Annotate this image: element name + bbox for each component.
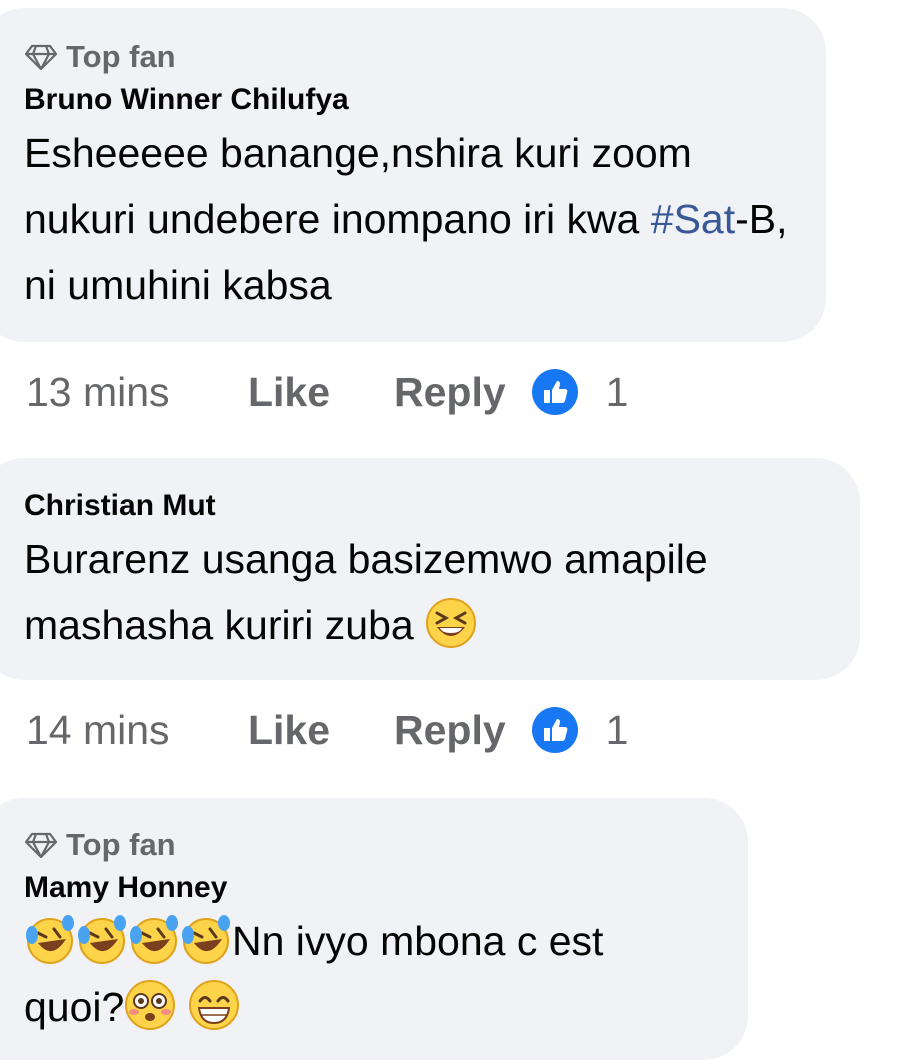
- comment-bubble: Top fan Mamy Honney Nn ivyo mbona c est q…: [0, 798, 748, 1060]
- comment-text-body: Burarenz usanga basizemwo amapile mashas…: [24, 536, 708, 648]
- comment-text: Nn ivyo mbona c est quoi?: [24, 908, 724, 1040]
- top-fan-badge: Top fan: [24, 826, 748, 864]
- comment-text: Burarenz usanga basizemwo amapile mashas…: [24, 526, 834, 658]
- comment-text-part1: Esheeeee banange,nshira kuri zoom nukuri…: [24, 130, 692, 242]
- flushed-face-icon: [124, 979, 176, 1031]
- comment-author[interactable]: Bruno Winner Chilufya: [24, 80, 826, 120]
- like-button[interactable]: Like: [248, 369, 394, 416]
- comment-bubble: Christian Mut Burarenz usanga basizemwo …: [0, 458, 860, 680]
- comment-actions: 14 mins Like Reply 1: [26, 700, 628, 760]
- rolling-on-floor-laughing-icon: [128, 913, 180, 965]
- top-fan-label: Top fan: [66, 827, 176, 862]
- top-fan-label: Top fan: [66, 39, 176, 74]
- comment-text-part2: quoi?: [24, 984, 125, 1030]
- beaming-face-icon: [188, 979, 240, 1031]
- thumbs-up-icon[interactable]: [532, 707, 578, 753]
- comment-text: Esheeeee banange,nshira kuri zoom nukuri…: [24, 120, 804, 318]
- top-fan-badge: Top fan: [24, 38, 826, 76]
- like-button[interactable]: Like: [248, 707, 394, 754]
- comment-bubble: Top fan Bruno Winner Chilufya Esheeeee b…: [0, 8, 826, 342]
- comment-actions: 13 mins Like Reply 1: [26, 362, 628, 422]
- reaction-count[interactable]: 1: [606, 707, 629, 754]
- diamond-icon: [24, 43, 58, 71]
- comment-timestamp[interactable]: 13 mins: [26, 369, 248, 416]
- thumbs-up-icon[interactable]: [532, 369, 578, 415]
- diamond-icon: [24, 831, 58, 859]
- comment-text-part1: Nn ivyo mbona c est: [232, 918, 604, 964]
- rolling-on-floor-laughing-icon: [24, 913, 76, 965]
- reply-button[interactable]: Reply: [394, 369, 506, 416]
- rolling-on-floor-laughing-icon: [76, 913, 128, 965]
- hashtag-link[interactable]: #Sat: [651, 196, 735, 242]
- comment-author[interactable]: Mamy Honney: [24, 868, 748, 908]
- reaction-count[interactable]: 1: [606, 369, 629, 416]
- rolling-on-floor-laughing-icon: [180, 913, 232, 965]
- comment-author[interactable]: Christian Mut: [24, 486, 860, 526]
- reply-button[interactable]: Reply: [394, 707, 506, 754]
- comment-timestamp[interactable]: 14 mins: [26, 707, 248, 754]
- grinning-squinting-face-icon: [425, 597, 477, 649]
